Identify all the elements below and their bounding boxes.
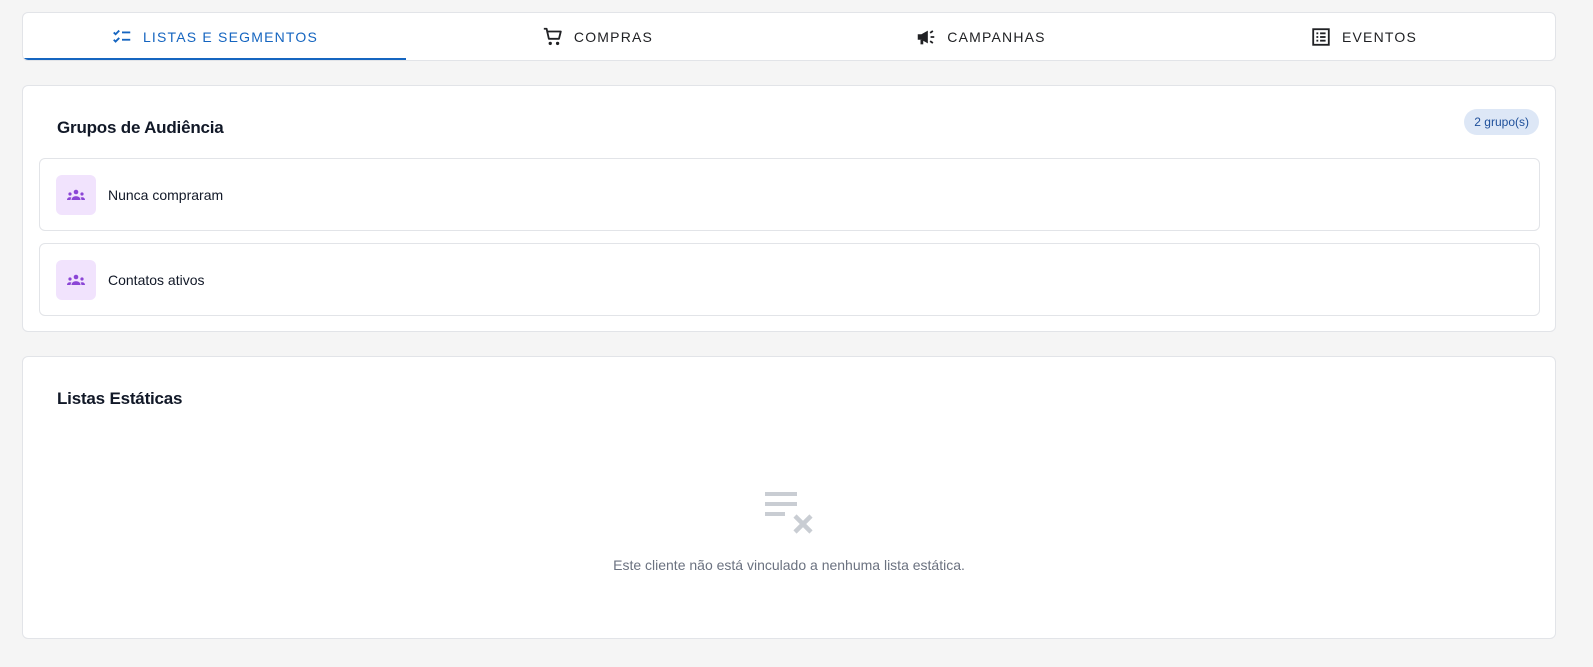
group-item-nunca-compraram[interactable]: Nunca compraram [39,158,1540,231]
tab-label: EVENTOS [1341,28,1418,45]
tab-label: CAMPANHAS [947,28,1046,45]
tab-compras[interactable]: COMPRAS [406,13,789,60]
tab-label: LISTAS E SEGMENTOS [142,28,319,45]
tab-eventos[interactable]: EVENTOS [1172,13,1555,60]
tab-listas-e-segmentos[interactable]: LISTAS E SEGMENTOS [23,13,406,60]
list-alt-icon [1310,26,1332,48]
group-label: Contatos ativos [108,271,205,288]
megaphone-icon [915,26,937,48]
cart-icon [542,26,564,48]
checklist-icon [111,26,133,48]
playlist-remove-icon [763,490,817,538]
static-lists-title: Listas Estáticas [57,389,183,408]
groups-icon [56,259,96,300]
tab-bar: LISTAS E SEGMENTOS COMPRAS CAMPANHAS EVE… [22,12,1556,61]
audience-groups-card: Grupos de Audiência 2 grupo(s) Nunca com… [22,85,1556,332]
empty-state-message: Este cliente não está vinculado a nenhum… [613,557,965,573]
audience-groups-title: Grupos de Audiência [57,118,224,137]
group-label: Nunca compraram [108,186,224,203]
static-lists-card: Listas Estáticas Este cliente não está v… [22,356,1556,639]
groups-icon [56,174,96,215]
group-count-badge: 2 grupo(s) [1464,109,1539,135]
group-item-contatos-ativos[interactable]: Contatos ativos [39,243,1540,316]
tab-label: COMPRAS [573,28,654,45]
tab-campanhas[interactable]: CAMPANHAS [789,13,1172,60]
